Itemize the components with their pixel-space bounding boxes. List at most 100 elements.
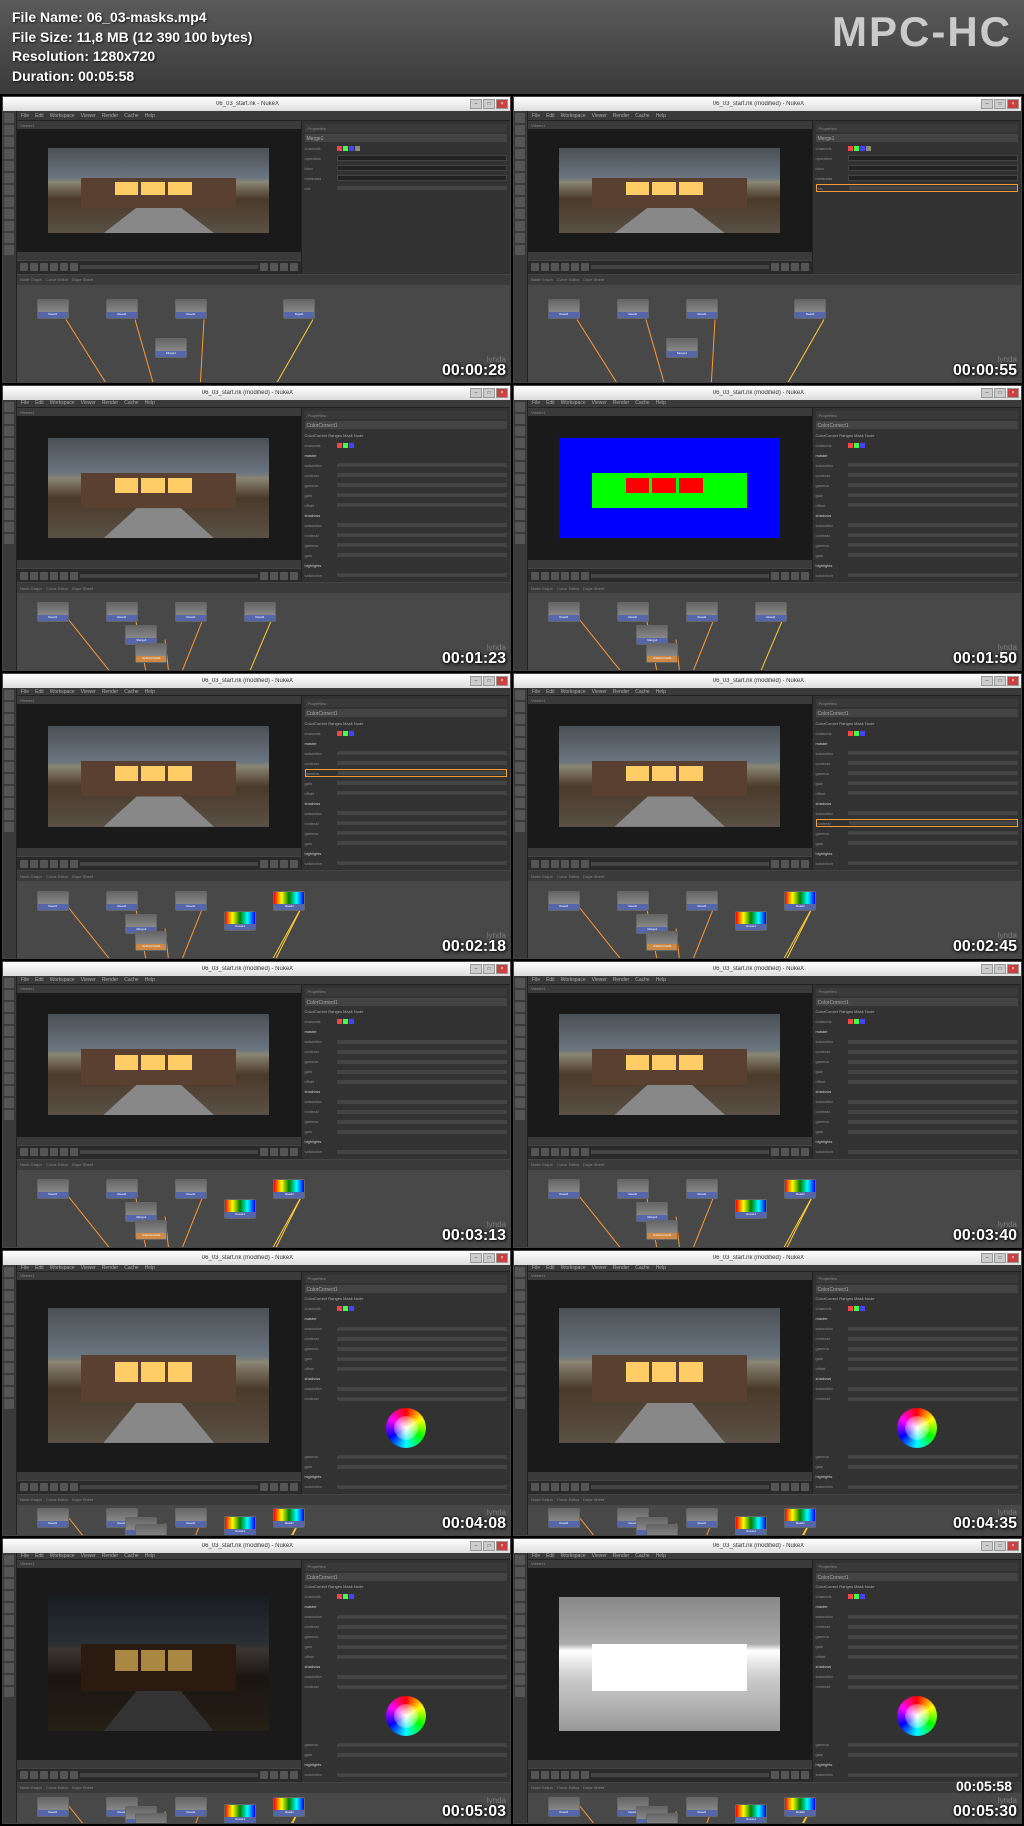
playback-button[interactable] bbox=[40, 1483, 48, 1491]
tool-icon[interactable] bbox=[515, 1663, 525, 1673]
tool-icon[interactable] bbox=[515, 185, 525, 195]
playback-button[interactable] bbox=[40, 263, 48, 271]
tool-icon[interactable] bbox=[515, 233, 525, 243]
node[interactable]: Read1 bbox=[273, 891, 305, 911]
panel-tab[interactable]: Curve Editor bbox=[557, 874, 579, 879]
playback-button[interactable] bbox=[280, 263, 288, 271]
menu-item[interactable]: File bbox=[532, 1265, 540, 1271]
panel-tabs[interactable]: Node GraphCurve EditorDope Sheet bbox=[528, 1783, 1021, 1793]
playback-button[interactable] bbox=[581, 1771, 589, 1779]
property-slider[interactable] bbox=[848, 1615, 1019, 1619]
menu-item[interactable]: Help bbox=[145, 113, 155, 119]
thumbnail[interactable]: 06_03_start.nk (modified) - NukeX – □ × … bbox=[513, 96, 1022, 382]
panel-tabs[interactable]: Node GraphCurve EditorDope Sheet bbox=[17, 1783, 510, 1793]
playback-button[interactable] bbox=[280, 860, 288, 868]
menubar[interactable]: FileEditWorkspaceViewerRenderCacheHelp bbox=[17, 1265, 510, 1272]
menu-item[interactable]: Render bbox=[102, 689, 118, 695]
menu-item[interactable]: Cache bbox=[124, 689, 138, 695]
playback-button[interactable] bbox=[50, 263, 58, 271]
window-titlebar[interactable]: 06_03_start.nk (modified) - NukeX – □ × bbox=[3, 1251, 510, 1265]
timeline-track[interactable] bbox=[591, 574, 769, 578]
timeline-track[interactable] bbox=[80, 1485, 258, 1489]
tool-icon[interactable] bbox=[515, 702, 525, 712]
menubar[interactable]: FileEditWorkspaceViewerRenderCacheHelp bbox=[528, 688, 1021, 696]
playback-button[interactable] bbox=[20, 1483, 28, 1491]
property-slider[interactable] bbox=[337, 1150, 508, 1154]
property-slider[interactable] bbox=[848, 1120, 1019, 1124]
menu-item[interactable]: Viewer bbox=[81, 1265, 96, 1271]
node[interactable]: Read1 bbox=[106, 602, 138, 622]
property-row[interactable]: gain bbox=[816, 1643, 1019, 1651]
node[interactable]: Read1 bbox=[37, 1179, 69, 1199]
property-slider[interactable] bbox=[848, 553, 1019, 557]
close-button[interactable]: × bbox=[496, 964, 508, 974]
property-slider[interactable] bbox=[848, 861, 1019, 865]
props-tabs[interactable]: ColorCorrect Ranges Mask Node bbox=[305, 1295, 508, 1303]
tool-icon[interactable] bbox=[515, 1086, 525, 1096]
tool-icon[interactable] bbox=[4, 438, 14, 448]
panel-tabs[interactable]: Node GraphCurve EditorDope Sheet bbox=[528, 1160, 1021, 1170]
property-slider[interactable] bbox=[337, 1625, 508, 1629]
playback-button[interactable] bbox=[20, 1148, 28, 1156]
menu-item[interactable]: File bbox=[532, 400, 540, 406]
tool-icon[interactable] bbox=[515, 1050, 525, 1060]
menu-item[interactable]: Help bbox=[145, 1553, 155, 1559]
panel-tab[interactable]: Node Graph bbox=[531, 874, 553, 879]
tool-icon[interactable] bbox=[515, 137, 525, 147]
playback-button[interactable] bbox=[561, 263, 569, 271]
property-row[interactable]: contrast bbox=[816, 1683, 1019, 1691]
tool-icon[interactable] bbox=[515, 978, 525, 988]
node-graph[interactable]: Read1 Read1 Read1 Read1 Merge1 ColorCorr… bbox=[17, 593, 510, 670]
menu-item[interactable]: Viewer bbox=[81, 689, 96, 695]
node[interactable]: Read1 bbox=[784, 1508, 816, 1528]
property-row[interactable]: gamma bbox=[816, 1058, 1019, 1066]
property-row[interactable]: saturation bbox=[816, 1325, 1019, 1333]
panel-tabs[interactable]: Node GraphCurve EditorDope Sheet bbox=[17, 1160, 510, 1170]
property-slider[interactable] bbox=[848, 1645, 1019, 1649]
panel-tab[interactable]: Curve Editor bbox=[557, 1497, 579, 1502]
window-titlebar[interactable]: 06_03_start.nk (modified) - NukeX – □ × bbox=[514, 1251, 1021, 1265]
tool-icon[interactable] bbox=[4, 1086, 14, 1096]
property-slider[interactable] bbox=[337, 493, 508, 497]
property-slider[interactable] bbox=[848, 1040, 1019, 1044]
menu-item[interactable]: Cache bbox=[635, 1553, 649, 1559]
menu-item[interactable]: Render bbox=[613, 400, 629, 406]
property-slider[interactable] bbox=[337, 1337, 508, 1341]
property-row[interactable]: gain bbox=[816, 1068, 1019, 1076]
tool-icon[interactable] bbox=[515, 534, 525, 544]
panel-tabs[interactable]: Node GraphCurve EditorDope Sheet bbox=[528, 583, 1021, 593]
tool-icon[interactable] bbox=[4, 486, 14, 496]
menu-item[interactable]: Render bbox=[102, 113, 118, 119]
playback-button[interactable] bbox=[60, 1771, 68, 1779]
property-row[interactable]: gamma bbox=[816, 1453, 1019, 1461]
property-row[interactable]: contrast bbox=[816, 531, 1019, 539]
tool-icon[interactable] bbox=[4, 1387, 14, 1397]
node[interactable]: Read1 bbox=[794, 299, 826, 319]
tool-icon[interactable] bbox=[515, 810, 525, 820]
playback-button[interactable] bbox=[60, 860, 68, 868]
tool-icon[interactable] bbox=[515, 1375, 525, 1385]
tool-icon[interactable] bbox=[4, 714, 14, 724]
property-slider[interactable] bbox=[848, 1773, 1019, 1777]
menubar[interactable]: FileEditWorkspaceViewerRenderCacheHelp bbox=[17, 400, 510, 408]
menu-item[interactable]: Viewer bbox=[592, 113, 607, 119]
minimize-button[interactable]: – bbox=[981, 388, 993, 398]
property-slider[interactable] bbox=[848, 751, 1019, 755]
node[interactable]: ColorCorrect1 bbox=[135, 931, 167, 951]
menubar[interactable]: FileEditWorkspaceViewerRenderCacheHelp bbox=[528, 1553, 1021, 1560]
property-slider[interactable] bbox=[337, 1367, 508, 1371]
playback-button[interactable] bbox=[290, 1483, 298, 1491]
property-row[interactable]: contrast bbox=[816, 1048, 1019, 1056]
menu-item[interactable]: Workspace bbox=[50, 1553, 75, 1559]
minimize-button[interactable]: – bbox=[470, 1253, 482, 1263]
property-row[interactable]: saturation bbox=[816, 1385, 1019, 1393]
tool-icon[interactable] bbox=[4, 786, 14, 796]
playback-button[interactable] bbox=[791, 860, 799, 868]
tool-icon[interactable] bbox=[4, 221, 14, 231]
tool-icon[interactable] bbox=[515, 1591, 525, 1601]
property-row[interactable]: offset bbox=[816, 789, 1019, 797]
menu-item[interactable]: Workspace bbox=[561, 689, 586, 695]
color-wheel[interactable] bbox=[386, 1408, 426, 1448]
panel-tab[interactable]: Dope Sheet bbox=[72, 1497, 93, 1502]
node[interactable]: Read1 bbox=[37, 602, 69, 622]
